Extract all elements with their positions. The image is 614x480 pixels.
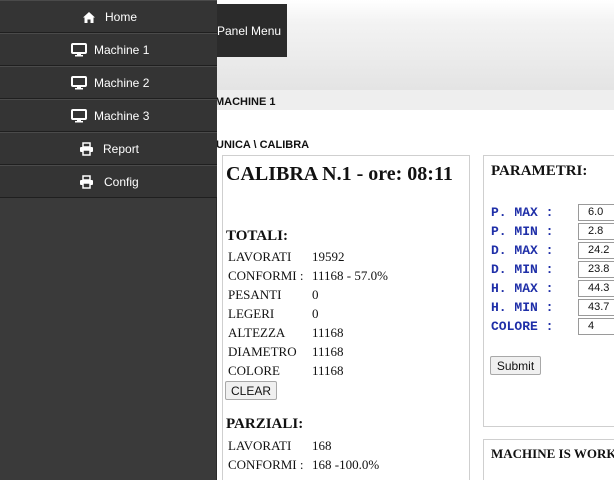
sidebar-item-machine-1[interactable]: Machine 1	[0, 33, 217, 66]
monitor-icon	[71, 43, 87, 57]
totali-row: LEGERI 0	[228, 304, 319, 323]
p-max-input[interactable]: 6.0	[578, 204, 614, 221]
breadcrumb: UNICA \ CALIBRA	[216, 139, 310, 151]
panel-menu-button[interactable]: Panel Menu	[212, 4, 287, 57]
sidebar-item-label: Config	[104, 174, 139, 189]
parziali-row: LAVORATI 168	[228, 436, 332, 455]
row-value: 11168	[312, 363, 344, 378]
param-label: H. MAX :	[491, 281, 554, 296]
row-value: 0	[312, 287, 319, 302]
param-label: H. MIN :	[491, 300, 554, 315]
param-label: P. MIN :	[491, 224, 554, 239]
row-label: LAVORATI	[228, 438, 292, 453]
printer-icon	[79, 175, 94, 189]
sidebar-item-report[interactable]: Report	[0, 132, 217, 165]
totali-row: CONFORMI : 11168 - 57.0%	[228, 266, 388, 285]
calibra-title: CALIBRA N.1 - ore: 08:11	[226, 163, 453, 185]
param-label: D. MIN :	[491, 262, 554, 277]
sidebar-item-machine-2[interactable]: Machine 2	[0, 66, 217, 99]
page-title: MACHINE 1	[215, 96, 276, 108]
d-min-input[interactable]: 23.8	[578, 261, 614, 278]
totali-row: ALTEZZA 11168	[228, 323, 344, 342]
home-icon	[82, 10, 96, 24]
row-value: 168	[312, 438, 332, 453]
sidebar-menu: Home Machine 1 Machine 2 Machine 3 Repor…	[0, 0, 217, 480]
sidebar-item-label: Machine 2	[94, 75, 150, 90]
param-label: D. MAX :	[491, 243, 554, 258]
p-min-input[interactable]: 2.8	[578, 223, 614, 240]
submit-button[interactable]: Submit	[490, 356, 541, 375]
totali-heading: TOTALI:	[226, 228, 288, 244]
totali-row: DIAMETRO 11168	[228, 342, 344, 361]
sidebar-item-label: Machine 1	[94, 42, 150, 57]
param-label: P. MAX :	[491, 205, 554, 220]
row-label: CONFORMI :	[228, 457, 304, 472]
row-value: 168 -100.0%	[312, 457, 380, 472]
row-value: 19592	[312, 249, 345, 264]
machine-status-text: MACHINE IS WORKING	[491, 446, 614, 461]
parziali-row: CONFORMI : 168 -100.0%	[228, 455, 379, 474]
row-label: ALTEZZA	[228, 325, 286, 340]
monitor-icon	[71, 109, 87, 123]
colore-input[interactable]: 4	[578, 318, 614, 335]
sidebar-item-label: Machine 3	[94, 108, 150, 123]
sidebar-item-machine-3[interactable]: Machine 3	[0, 99, 217, 132]
sidebar-item-label: Report	[103, 141, 140, 156]
totali-row: PESANTI 0	[228, 285, 319, 304]
row-value: 11168 - 57.0%	[312, 268, 388, 283]
row-value: 11168	[312, 325, 344, 340]
parametri-title: PARAMETRI:	[491, 163, 588, 179]
row-label: COLORE	[228, 363, 280, 378]
param-label: COLORE :	[491, 319, 554, 334]
h-min-input[interactable]: 43.7	[578, 299, 614, 316]
d-max-input[interactable]: 24.2	[578, 242, 614, 259]
row-label: LAVORATI	[228, 249, 292, 264]
totali-row: COLORE 11168	[228, 361, 344, 380]
clear-button[interactable]: CLEAR	[225, 381, 277, 400]
row-value: 11168	[312, 344, 344, 359]
sidebar-item-home[interactable]: Home	[0, 0, 217, 33]
row-value: 0	[312, 306, 319, 321]
row-label: LEGERI	[228, 306, 275, 321]
row-label: PESANTI	[228, 287, 282, 302]
totali-row: LAVORATI 19592	[228, 247, 345, 266]
h-max-input[interactable]: 44.3	[578, 280, 614, 297]
row-label: DIAMETRO	[228, 344, 297, 359]
row-label: CONFORMI :	[228, 268, 304, 283]
sidebar-item-config[interactable]: Config	[0, 165, 217, 198]
monitor-icon	[71, 76, 87, 90]
sidebar-item-label: Home	[105, 9, 138, 24]
parziali-heading: PARZIALI:	[226, 416, 304, 432]
printer-icon	[79, 142, 94, 156]
